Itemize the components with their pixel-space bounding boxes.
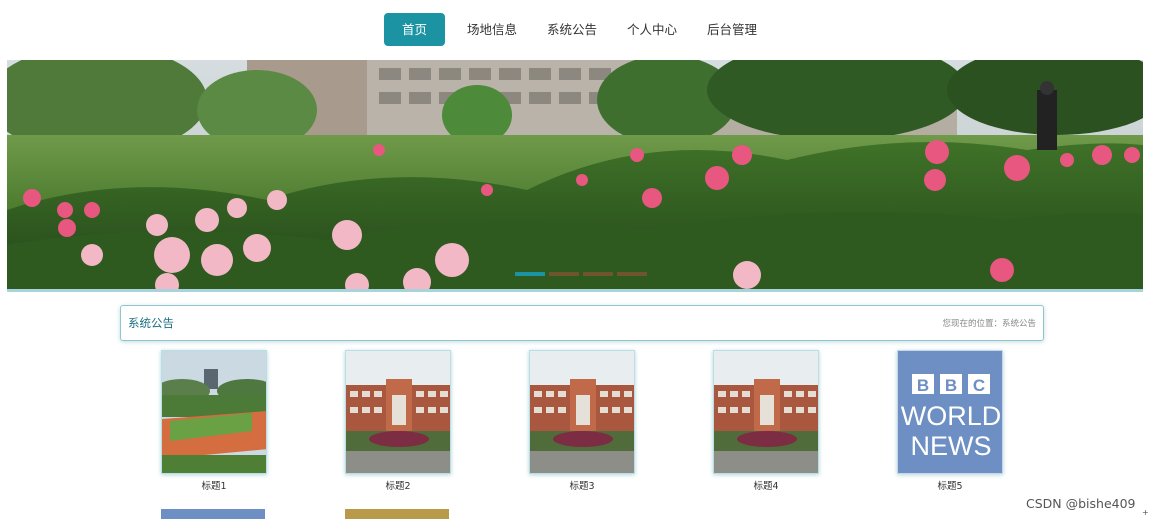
- carousel-dot-4[interactable]: [617, 272, 647, 276]
- card-title[interactable]: 标题2: [345, 478, 451, 492]
- nav-item-home[interactable]: 首页: [383, 12, 445, 46]
- carousel-dot-3[interactable]: [583, 272, 613, 276]
- svg-text:B: B: [945, 376, 957, 395]
- announcement-card[interactable]: B B C WORLD NEWS 标题5: [897, 350, 1003, 492]
- nav-item-personal-center[interactable]: 个人中心: [619, 13, 685, 46]
- card-thumbnail[interactable]: [713, 350, 819, 474]
- card-title[interactable]: 标题5: [897, 478, 1003, 492]
- card-thumbnail[interactable]: B B C WORLD NEWS: [897, 350, 1003, 474]
- card-thumbnail[interactable]: [345, 350, 451, 474]
- announcement-card[interactable]: 标题1: [161, 350, 267, 492]
- top-nav: 首页 场地信息 系统公告 个人中心 后台管理: [0, 0, 1149, 58]
- card-thumbnail[interactable]: [529, 350, 635, 474]
- section-title: 系统公告: [128, 316, 174, 330]
- corner-mark: +: [1142, 508, 1149, 517]
- banner-carousel[interactable]: [7, 60, 1143, 289]
- nav-item-admin[interactable]: 后台管理: [699, 13, 765, 46]
- announcement-card-partial[interactable]: [161, 509, 265, 519]
- bbc-world-news-logo: B B C WORLD NEWS: [898, 351, 1002, 473]
- svg-text:NEWS: NEWS: [911, 431, 992, 461]
- carousel-dot-2[interactable]: [549, 272, 579, 276]
- section-header: 系统公告 您现在的位置：系统公告: [120, 305, 1044, 341]
- carousel-dot-1[interactable]: [515, 272, 545, 276]
- watermark: CSDN @bishe409: [1026, 496, 1136, 511]
- card-title[interactable]: 标题3: [529, 478, 635, 492]
- nav-item-venue-info[interactable]: 场地信息: [459, 13, 525, 46]
- announcement-card[interactable]: 标题4: [713, 350, 819, 492]
- card-thumbnail[interactable]: [161, 350, 267, 474]
- breadcrumb: 您现在的位置：系统公告: [942, 319, 1036, 329]
- svg-text:B: B: [917, 376, 929, 395]
- carousel-indicators: [515, 272, 647, 276]
- banner-divider: [7, 289, 1143, 292]
- card-title[interactable]: 标题4: [713, 478, 819, 492]
- card-title[interactable]: 标题1: [161, 478, 267, 492]
- announcement-card-partial[interactable]: [345, 509, 449, 519]
- svg-text:WORLD: WORLD: [901, 401, 1002, 431]
- svg-text:C: C: [973, 376, 985, 395]
- announcement-card[interactable]: 标题3: [529, 350, 635, 492]
- announcement-card[interactable]: 标题2: [345, 350, 451, 492]
- banner-image-peony-garden: [7, 60, 1143, 289]
- nav-item-announcements[interactable]: 系统公告: [539, 13, 605, 46]
